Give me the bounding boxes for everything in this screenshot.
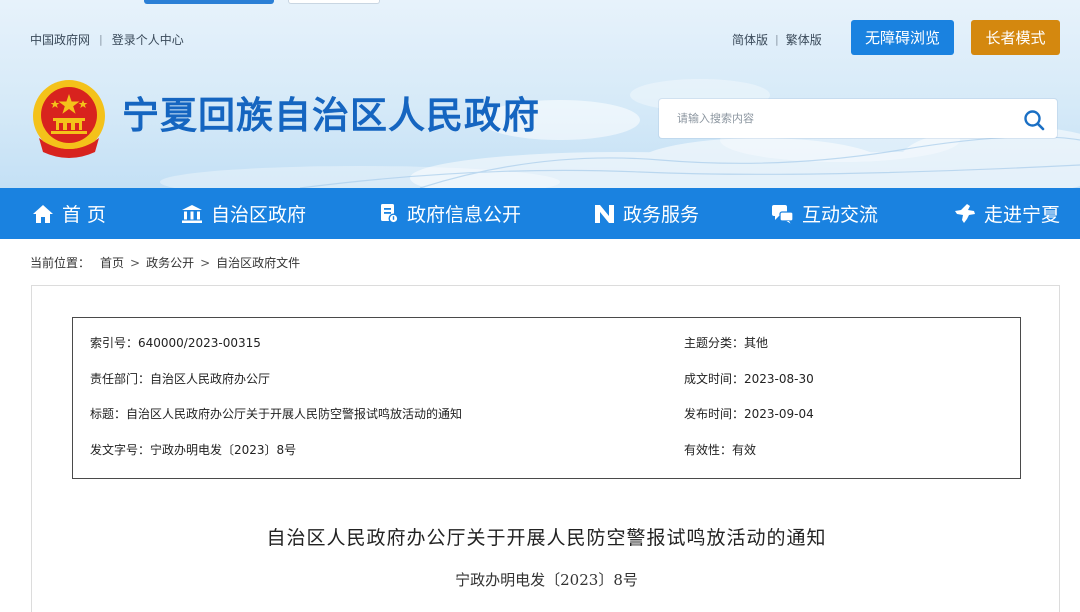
- document-metadata: 索引号：640000/2023-00315 主题分类：其他 责任部门：自治区人民…: [72, 317, 1021, 479]
- nav-interaction[interactable]: 互动交流: [771, 188, 878, 239]
- simplified-link[interactable]: 简体版: [732, 31, 768, 48]
- breadcrumb-home[interactable]: 首页: [100, 254, 124, 271]
- breadcrumb-separator: >: [200, 255, 211, 270]
- document-number: 宁政办明电发〔2023〕8号: [455, 571, 638, 589]
- home-icon: [33, 204, 53, 223]
- traditional-link[interactable]: 繁体版: [786, 31, 822, 48]
- meta-published-date: 发布时间：2023-09-04: [684, 407, 814, 421]
- nav-region-government[interactable]: 自治区政府: [181, 188, 306, 239]
- nav-label: 自治区政府: [211, 204, 307, 226]
- elder-mode-button[interactable]: 长者模式: [971, 20, 1060, 55]
- site-header: 中国政府网 | 登录个人中心 简体版 | 繁体版 无障碍浏览 长者模式 宁夏回族…: [0, 0, 1080, 188]
- breadcrumb-region-documents[interactable]: 自治区政府文件: [216, 254, 300, 271]
- breadcrumb-prefix: 当前位置：: [30, 256, 91, 270]
- nav-label: 政务服务: [623, 204, 700, 226]
- china-gov-link[interactable]: 中国政府网: [30, 31, 90, 48]
- top-links: 中国政府网 | 登录个人中心: [30, 31, 184, 48]
- separator: |: [775, 33, 779, 46]
- meta-document-code: 发文字号：宁政办明电发〔2023〕8号: [90, 443, 297, 457]
- nav-enter-ningxia[interactable]: 走进宁夏: [954, 188, 1060, 239]
- national-emblem-icon: [33, 80, 105, 158]
- ningxia-map-icon: [955, 204, 975, 223]
- meta-index-number: 索引号：640000/2023-00315: [90, 336, 261, 350]
- document-title: 自治区人民政府办公厅关于开展人民防空警报试鸣放活动的通知: [266, 527, 827, 549]
- meta-department: 责任部门：自治区人民政府办公厅: [90, 372, 271, 386]
- nav-label: 互动交流: [802, 204, 879, 226]
- breadcrumb-gov-affairs[interactable]: 政务公开: [146, 254, 194, 271]
- breadcrumb: 当前位置： 首页 > 政务公开 > 自治区政府文件: [30, 254, 300, 271]
- site-title: 宁夏回族自治区人民政府: [122, 94, 540, 137]
- government-building-icon: [182, 204, 202, 223]
- nav-gov-services[interactable]: 政务服务: [594, 188, 699, 239]
- nav-label: 首 页: [62, 204, 107, 226]
- search-icon[interactable]: [1022, 108, 1046, 132]
- main-nav: 首 页 自治区政府 政府信息公开 政务服务 互动交流 走进宁夏: [0, 188, 1080, 239]
- meta-title: 标题：自治区人民政府办公厅关于开展人民防空警报试鸣放活动的通知: [90, 407, 463, 421]
- accessible-browse-button[interactable]: 无障碍浏览: [851, 20, 954, 55]
- document-info-icon: [381, 204, 399, 224]
- nav-home[interactable]: 首 页: [32, 188, 106, 239]
- search-box: [659, 99, 1057, 138]
- content-panel: 索引号：640000/2023-00315 主题分类：其他 责任部门：自治区人民…: [31, 285, 1060, 612]
- nav-label: 走进宁夏: [984, 204, 1061, 226]
- breadcrumb-separator: >: [130, 255, 141, 270]
- nav-info-disclosure[interactable]: 政府信息公开: [379, 188, 521, 239]
- chat-icon: [772, 204, 794, 223]
- language-links: 简体版 | 繁体版: [732, 31, 822, 48]
- meta-created-date: 成文时间：2023-08-30: [684, 372, 814, 386]
- service-n-icon: [595, 204, 614, 223]
- separator: |: [99, 33, 103, 46]
- search-input[interactable]: [659, 99, 1009, 138]
- login-link[interactable]: 登录个人中心: [112, 31, 184, 48]
- nav-label: 政府信息公开: [407, 204, 522, 226]
- meta-validity: 有效性：有效: [684, 443, 757, 457]
- meta-topic: 主题分类：其他: [684, 336, 769, 350]
